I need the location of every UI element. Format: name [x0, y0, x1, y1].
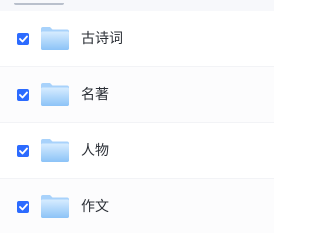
checkbox-checked[interactable]	[17, 89, 29, 101]
folder-name[interactable]: 古诗词	[81, 29, 123, 49]
list-item[interactable]: 人物	[0, 123, 274, 179]
folder-icon	[40, 137, 70, 163]
folder-icon	[40, 193, 70, 219]
list-item[interactable]: 古诗词	[0, 11, 274, 67]
folder-list-panel: 古诗词 名著 人物 作文	[0, 0, 274, 233]
checkmark-icon	[18, 203, 28, 211]
checkmark-icon	[18, 35, 28, 43]
folder-name[interactable]: 人物	[81, 141, 109, 161]
checkbox-checked[interactable]	[17, 145, 29, 157]
checkmark-icon	[18, 147, 28, 155]
checkmark-icon	[18, 91, 28, 99]
cropped-header-fragment	[14, 0, 64, 5]
checkbox-checked[interactable]	[17, 33, 29, 45]
folder-icon	[40, 81, 70, 107]
list-item[interactable]: 名著	[0, 67, 274, 123]
folder-name[interactable]: 作文	[81, 197, 109, 217]
folder-icon	[40, 25, 70, 51]
list-item[interactable]: 作文	[0, 179, 274, 233]
folder-name[interactable]: 名著	[81, 85, 109, 105]
checkbox-checked[interactable]	[17, 201, 29, 213]
